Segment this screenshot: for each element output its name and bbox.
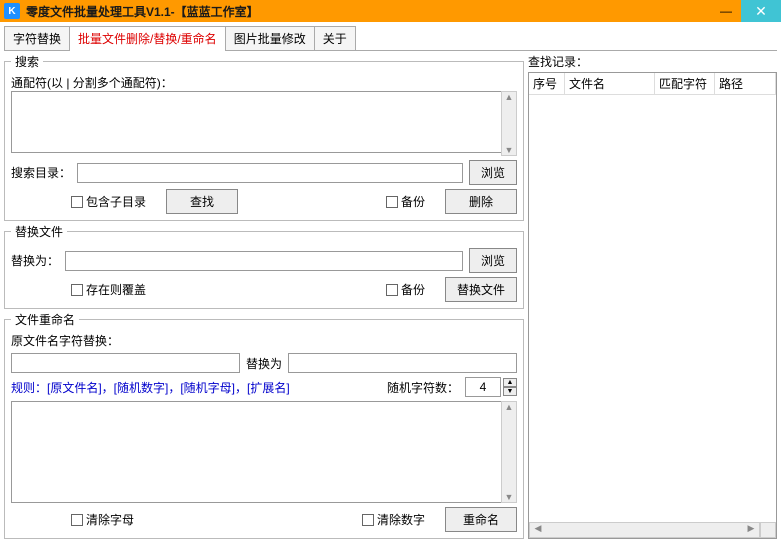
results-body[interactable] — [529, 95, 776, 522]
window-title: 零度文件批量处理工具V1.1-【蓝蓝工作室】 — [26, 3, 259, 20]
spin-down-icon[interactable]: ▼ — [503, 387, 517, 396]
wildcard-label: 通配符(以 | 分割多个通配符)： — [11, 74, 517, 91]
window-titlebar: K 零度文件批量处理工具V1.1-【蓝蓝工作室】 — ✕ — [0, 0, 781, 22]
scrollbar[interactable]: ▲▼ — [501, 401, 517, 503]
replace-button[interactable]: 替换文件 — [445, 277, 517, 302]
horizontal-scrollbar[interactable]: ◀▶ — [529, 522, 760, 538]
tab-image-batch[interactable]: 图片批量修改 — [225, 26, 315, 50]
col-match[interactable]: 匹配字符 — [655, 73, 715, 94]
clear-alpha-checkbox[interactable]: 清除字母 — [71, 511, 134, 528]
minimize-button[interactable]: — — [711, 0, 741, 22]
rename-rule-input[interactable] — [11, 401, 517, 503]
search-dir-label: 搜索目录： — [11, 164, 71, 181]
search-backup-checkbox[interactable]: 备份 — [386, 193, 425, 210]
search-browse-button[interactable]: 浏览 — [469, 160, 517, 185]
include-subdir-checkbox[interactable]: 包含子目录 — [71, 193, 146, 210]
replace-browse-button[interactable]: 浏览 — [469, 248, 517, 273]
tab-bar: 字符替换 批量文件删除/替换/重命名 图片批量修改 关于 — [4, 26, 777, 51]
rand-count-label: 随机字符数： — [387, 379, 459, 396]
rename-rule-label: 规则：[原文件名]，[随机数字]，[随机字母]，[扩展名] — [11, 379, 290, 396]
results-label: 查找记录： — [528, 53, 777, 70]
replace-group: 替换文件 替换为： 浏览 存在则覆盖 备份 替换文件 — [4, 223, 524, 309]
rename-to-input[interactable] — [288, 353, 517, 373]
window-controls: — ✕ — [711, 0, 781, 22]
rename-orig-label: 原文件名字符替换： — [11, 332, 517, 349]
find-button[interactable]: 查找 — [166, 189, 238, 214]
tab-char-replace[interactable]: 字符替换 — [4, 26, 70, 50]
search-legend: 搜索 — [11, 53, 43, 70]
col-path[interactable]: 路径 — [715, 73, 776, 94]
replace-to-input[interactable] — [65, 251, 463, 271]
tab-about[interactable]: 关于 — [314, 26, 356, 50]
search-dir-input[interactable] — [77, 163, 463, 183]
rand-count-input[interactable] — [465, 377, 501, 397]
search-group: 搜索 通配符(以 | 分割多个通配符)： ▲▼ 搜索目录： 浏览 包含子目录 查… — [4, 53, 524, 221]
results-header: 序号 文件名 匹配字符 路径 — [529, 73, 776, 95]
wildcard-input[interactable] — [11, 91, 517, 153]
overwrite-checkbox[interactable]: 存在则覆盖 — [71, 281, 146, 298]
col-index[interactable]: 序号 — [529, 73, 565, 94]
rename-button[interactable]: 重命名 — [445, 507, 517, 532]
clear-digit-checkbox[interactable]: 清除数字 — [362, 511, 425, 528]
close-button[interactable]: ✕ — [741, 0, 781, 22]
tab-batch-file[interactable]: 批量文件删除/替换/重命名 — [69, 26, 226, 50]
delete-button[interactable]: 删除 — [445, 189, 517, 214]
spin-up-icon[interactable]: ▲ — [503, 378, 517, 387]
replace-to-label: 替换为： — [11, 252, 59, 269]
rename-from-input[interactable] — [11, 353, 240, 373]
replace-backup-checkbox[interactable]: 备份 — [386, 281, 425, 298]
rand-count-spinner[interactable]: ▲▼ — [465, 377, 517, 397]
rename-legend: 文件重命名 — [11, 311, 79, 328]
replace-legend: 替换文件 — [11, 223, 67, 240]
scrollbar[interactable]: ▲▼ — [501, 91, 517, 156]
results-table: 序号 文件名 匹配字符 路径 ◀▶ — [528, 72, 777, 539]
rename-group: 文件重命名 原文件名字符替换： 替换为 规则：[原文件名]，[随机数字]，[随机… — [4, 311, 524, 539]
col-filename[interactable]: 文件名 — [565, 73, 655, 94]
app-logo: K — [4, 3, 20, 19]
rename-to-label: 替换为 — [246, 355, 282, 372]
scroll-corner — [760, 522, 776, 538]
